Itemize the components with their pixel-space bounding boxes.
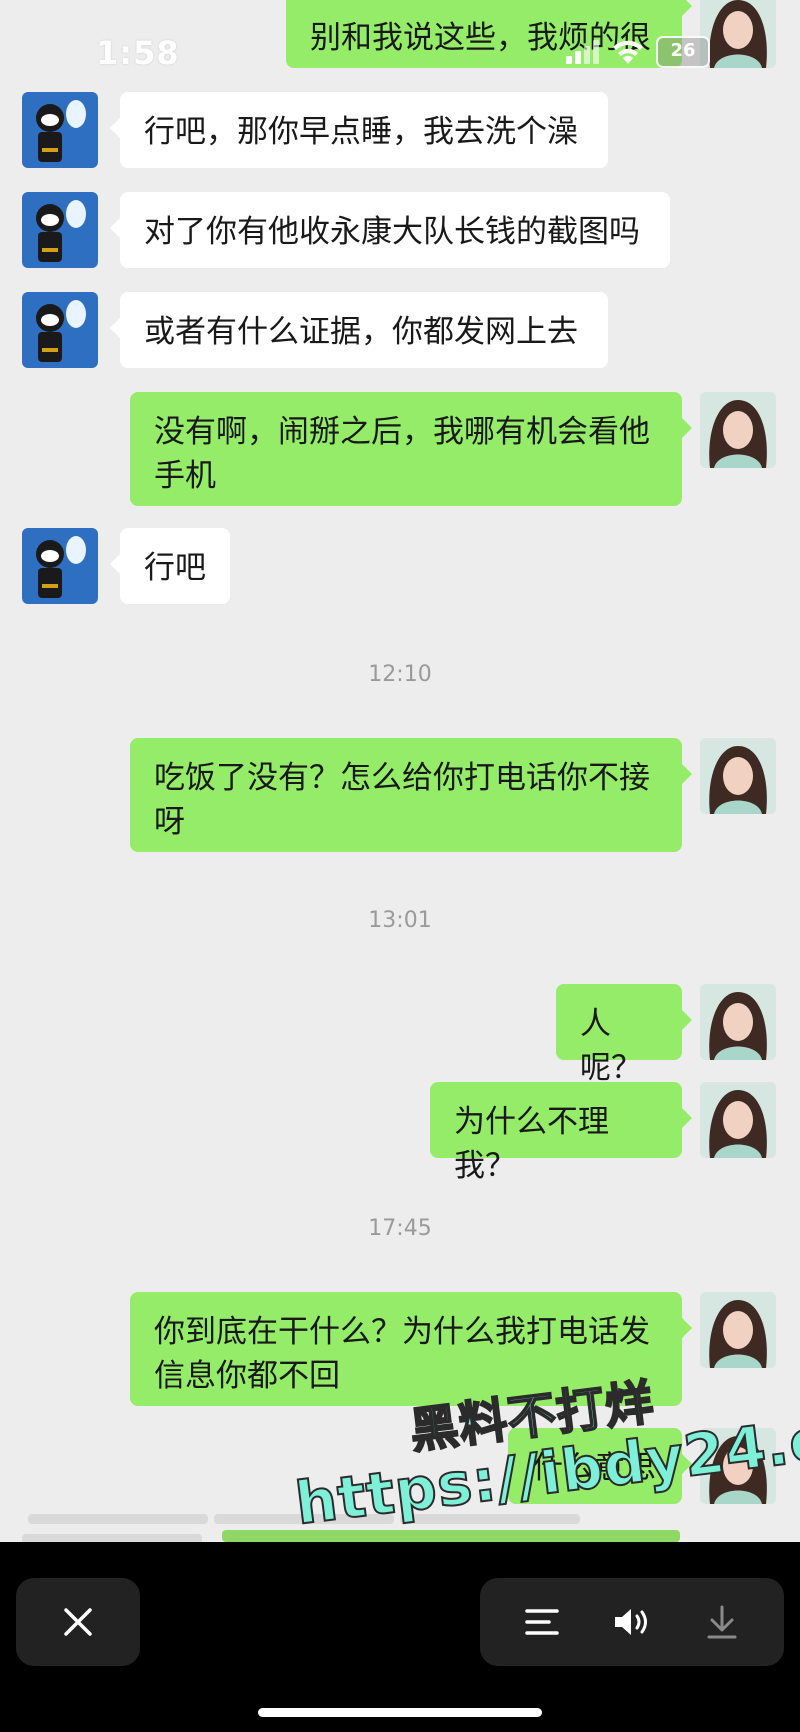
menu-button[interactable]	[502, 1578, 582, 1666]
timestamp: 13:01	[368, 908, 432, 933]
cartoon-cat-avatar-icon	[22, 92, 98, 168]
avatar-self[interactable]	[700, 1082, 776, 1158]
message-text: 为什么不理我？	[454, 1104, 609, 1184]
message-row: 别和我说这些，我烦的很	[0, 0, 800, 70]
avatar-self[interactable]	[700, 1292, 776, 1368]
message-row: 人呢？	[0, 984, 800, 1086]
message-text: 对了你有他收永康大队长钱的截图吗	[144, 214, 640, 250]
message-bubble[interactable]: 对了你有他收永康大队长钱的截图吗	[110, 192, 670, 268]
timestamp: 12:10	[368, 662, 432, 687]
message-bubble[interactable]: 行吧	[110, 528, 230, 604]
viewer-toolbar	[0, 1542, 800, 1732]
message-row: 行吧，那你早点睡，我去洗个澡	[0, 92, 800, 172]
message-bubble[interactable]: 吃饭了没有？怎么给你打电话你不接呀	[130, 738, 692, 852]
cartoon-cat-avatar-icon	[22, 192, 98, 268]
woman-avatar-icon	[700, 984, 776, 1060]
avatar-contact[interactable]	[22, 292, 98, 368]
message-row: 为什么不理我？	[0, 1082, 800, 1184]
ghost-line	[28, 1514, 208, 1524]
message-bubble[interactable]: 行吧，那你早点睡，我去洗个澡	[110, 92, 608, 168]
message-row: 或者有什么证据，你都发网上去	[0, 292, 800, 372]
message-text: 行吧，那你早点睡，我去洗个澡	[144, 114, 578, 150]
message-text: 没有啊，闹掰之后，我哪有机会看他手机	[154, 414, 650, 494]
download-icon	[707, 1605, 737, 1639]
volume-button[interactable]	[592, 1578, 672, 1666]
message-text: 或者有什么证据，你都发网上去	[144, 314, 578, 350]
message-text: 人呢？	[580, 1006, 642, 1086]
volume-icon	[615, 1609, 647, 1635]
avatar-self[interactable]	[700, 984, 776, 1060]
cartoon-cat-avatar-icon	[22, 528, 98, 604]
avatar-contact[interactable]	[22, 192, 98, 268]
message-row: 没有啊，闹掰之后，我哪有机会看他手机	[0, 392, 800, 512]
avatar-self[interactable]	[700, 738, 776, 814]
download-button[interactable]	[682, 1578, 762, 1666]
woman-avatar-icon	[700, 738, 776, 814]
message-row: 对了你有他收永康大队长钱的截图吗	[0, 192, 800, 272]
woman-avatar-icon	[700, 1082, 776, 1158]
timestamp: 17:45	[368, 1216, 432, 1241]
avatar-self[interactable]	[700, 0, 776, 68]
message-row: 吃饭了没有？怎么给你打电话你不接呀	[0, 738, 800, 858]
viewer-actions	[480, 1578, 784, 1666]
ghost-line	[22, 1534, 202, 1542]
message-bubble[interactable]: 别和我说这些，我烦的很	[286, 0, 692, 68]
message-bubble[interactable]: 没有啊，闹掰之后，我哪有机会看他手机	[130, 392, 692, 506]
avatar-self[interactable]	[700, 392, 776, 468]
screen: 1:58 26 别和我说这些，我烦的很 行吧，那你早点睡，我去洗个澡 对了你有他…	[0, 0, 800, 1732]
close-icon	[64, 1608, 92, 1636]
menu-icon	[525, 1609, 559, 1635]
woman-avatar-icon	[700, 1292, 776, 1368]
message-bubble[interactable]: 为什么不理我？	[430, 1082, 692, 1184]
woman-avatar-icon	[700, 0, 776, 68]
chat-area[interactable]: 1:58 26 别和我说这些，我烦的很 行吧，那你早点睡，我去洗个澡 对了你有他…	[0, 0, 800, 1542]
close-button[interactable]	[16, 1578, 140, 1666]
avatar-contact[interactable]	[22, 92, 98, 168]
cartoon-cat-avatar-icon	[22, 292, 98, 368]
message-row: 你到底在干什么？为什么我打电话发信息你都不回	[0, 1292, 800, 1412]
ghost-line	[222, 1530, 680, 1542]
avatar-contact[interactable]	[22, 528, 98, 604]
message-row: 行吧	[0, 528, 800, 608]
message-bubble[interactable]: 或者有什么证据，你都发网上去	[110, 292, 608, 368]
home-indicator[interactable]	[258, 1708, 542, 1717]
message-text: 吃饭了没有？怎么给你打电话你不接呀	[154, 760, 650, 840]
message-text: 行吧	[144, 550, 206, 586]
woman-avatar-icon	[700, 392, 776, 468]
message-bubble[interactable]: 人呢？	[556, 984, 692, 1086]
message-text: 别和我说这些，我烦的很	[310, 20, 651, 56]
